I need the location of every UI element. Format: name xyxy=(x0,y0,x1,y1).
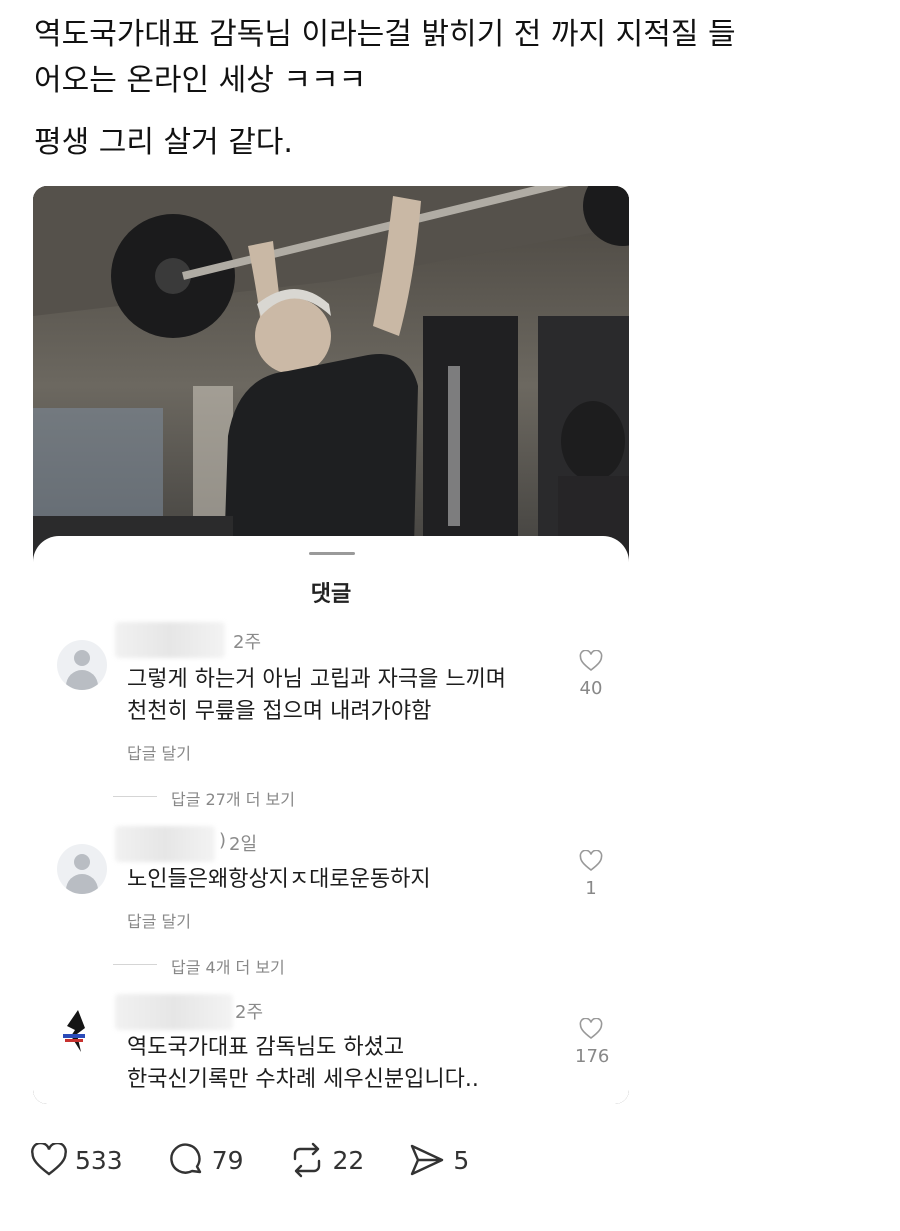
embedded-screenshot[interactable]: 댓글 2주 그렇게 하는거 아님 고립과 자극을 느끼며 천천히 무릎을 접으며… xyxy=(33,186,629,1104)
send-icon[interactable] xyxy=(408,1142,446,1178)
redacted-username xyxy=(115,826,215,862)
comment-time: 2일 xyxy=(229,834,258,855)
share-count: 5 xyxy=(453,1145,470,1175)
like-count: 1 xyxy=(585,878,597,899)
like-count: 176 xyxy=(575,1046,610,1067)
repost-button[interactable]: 22 xyxy=(288,1142,365,1178)
comment-text: 역도국가대표 감독님도 하셨고 한국신기록만 수차례 세우신분입니다.. xyxy=(127,1032,557,1096)
comment-text-line: 노인들은왜항상지ㅈ대로운동하지 xyxy=(127,867,431,892)
comment-text-line: 한국신기록만 수차례 세우신분입니다.. xyxy=(127,1067,479,1092)
view-more-replies-label[interactable]: 답글 4개 더 보기 xyxy=(171,954,285,978)
like-count: 40 xyxy=(579,678,603,699)
user-avatar-icon[interactable] xyxy=(57,640,107,690)
comment-text-line: 그렇게 하는거 아님 고립과 자극을 느끼며 xyxy=(127,667,507,692)
comment-like[interactable]: 176 xyxy=(575,1018,610,1067)
like-button[interactable]: 533 xyxy=(30,1143,123,1177)
reply-button[interactable]: 답글 달기 xyxy=(127,740,191,764)
redacted-username xyxy=(115,622,225,658)
post-text: 역도국가대표 감독님 이라는걸 밝히기 전 까지 지적질 들 어오는 온라인 세… xyxy=(34,12,874,166)
post-line-1: 역도국가대표 감독님 이라는걸 밝히기 전 까지 지적질 들 xyxy=(34,17,736,52)
comment-time: 2주 xyxy=(233,632,262,653)
sheet-grabber[interactable] xyxy=(309,552,355,555)
heart-icon[interactable] xyxy=(579,1018,603,1040)
comment-text: 그렇게 하는거 아님 고립과 자극을 느끼며 천천히 무릎을 접으며 내려가야함 xyxy=(127,664,557,728)
post-action-bar: 533 79 22 5 xyxy=(30,1138,513,1182)
like-count: 533 xyxy=(75,1145,123,1175)
heart-icon[interactable] xyxy=(579,850,603,872)
gym-photo xyxy=(33,186,629,586)
divider xyxy=(113,796,157,797)
redacted-username xyxy=(115,994,233,1030)
emblem-avatar-icon xyxy=(63,1010,85,1052)
repost-icon[interactable] xyxy=(288,1142,326,1178)
comment-bubble-icon[interactable] xyxy=(167,1142,205,1178)
view-more-replies-label[interactable]: 답글 27개 더 보기 xyxy=(171,786,295,810)
user-avatar-icon[interactable] xyxy=(57,844,107,894)
user-avatar-icon[interactable] xyxy=(53,1006,103,1056)
comment-text-line: 역도국가대표 감독님도 하셨고 xyxy=(127,1035,405,1060)
comment-count: 79 xyxy=(211,1145,244,1175)
comment-like[interactable]: 1 xyxy=(575,850,607,899)
comment-like[interactable]: 40 xyxy=(575,650,607,699)
post-line-2: 어오는 온라인 세상 ㅋㅋㅋ xyxy=(34,63,367,98)
sheet-title: 댓글 xyxy=(310,582,352,607)
heart-icon[interactable] xyxy=(30,1143,68,1177)
comment-text-line: 천천히 무릎을 접으며 내려가야함 xyxy=(127,699,432,724)
comment-time: 2주 xyxy=(235,1002,264,1023)
share-button[interactable]: 5 xyxy=(408,1142,469,1178)
divider xyxy=(113,964,157,965)
post-line-3: 평생 그리 살거 같다. xyxy=(34,125,293,160)
comment-text: 노인들은왜항상지ㅈ대로운동하지 xyxy=(127,864,557,896)
reply-button[interactable]: 답글 달기 xyxy=(127,908,191,932)
repost-count: 22 xyxy=(332,1145,365,1175)
comments-sheet: 댓글 2주 그렇게 하는거 아님 고립과 자극을 느끼며 천천히 무릎을 접으며… xyxy=(33,536,629,1104)
heart-icon[interactable] xyxy=(579,650,603,672)
comment-name-tail: ) xyxy=(219,830,227,851)
comment-button[interactable]: 79 xyxy=(167,1142,244,1178)
